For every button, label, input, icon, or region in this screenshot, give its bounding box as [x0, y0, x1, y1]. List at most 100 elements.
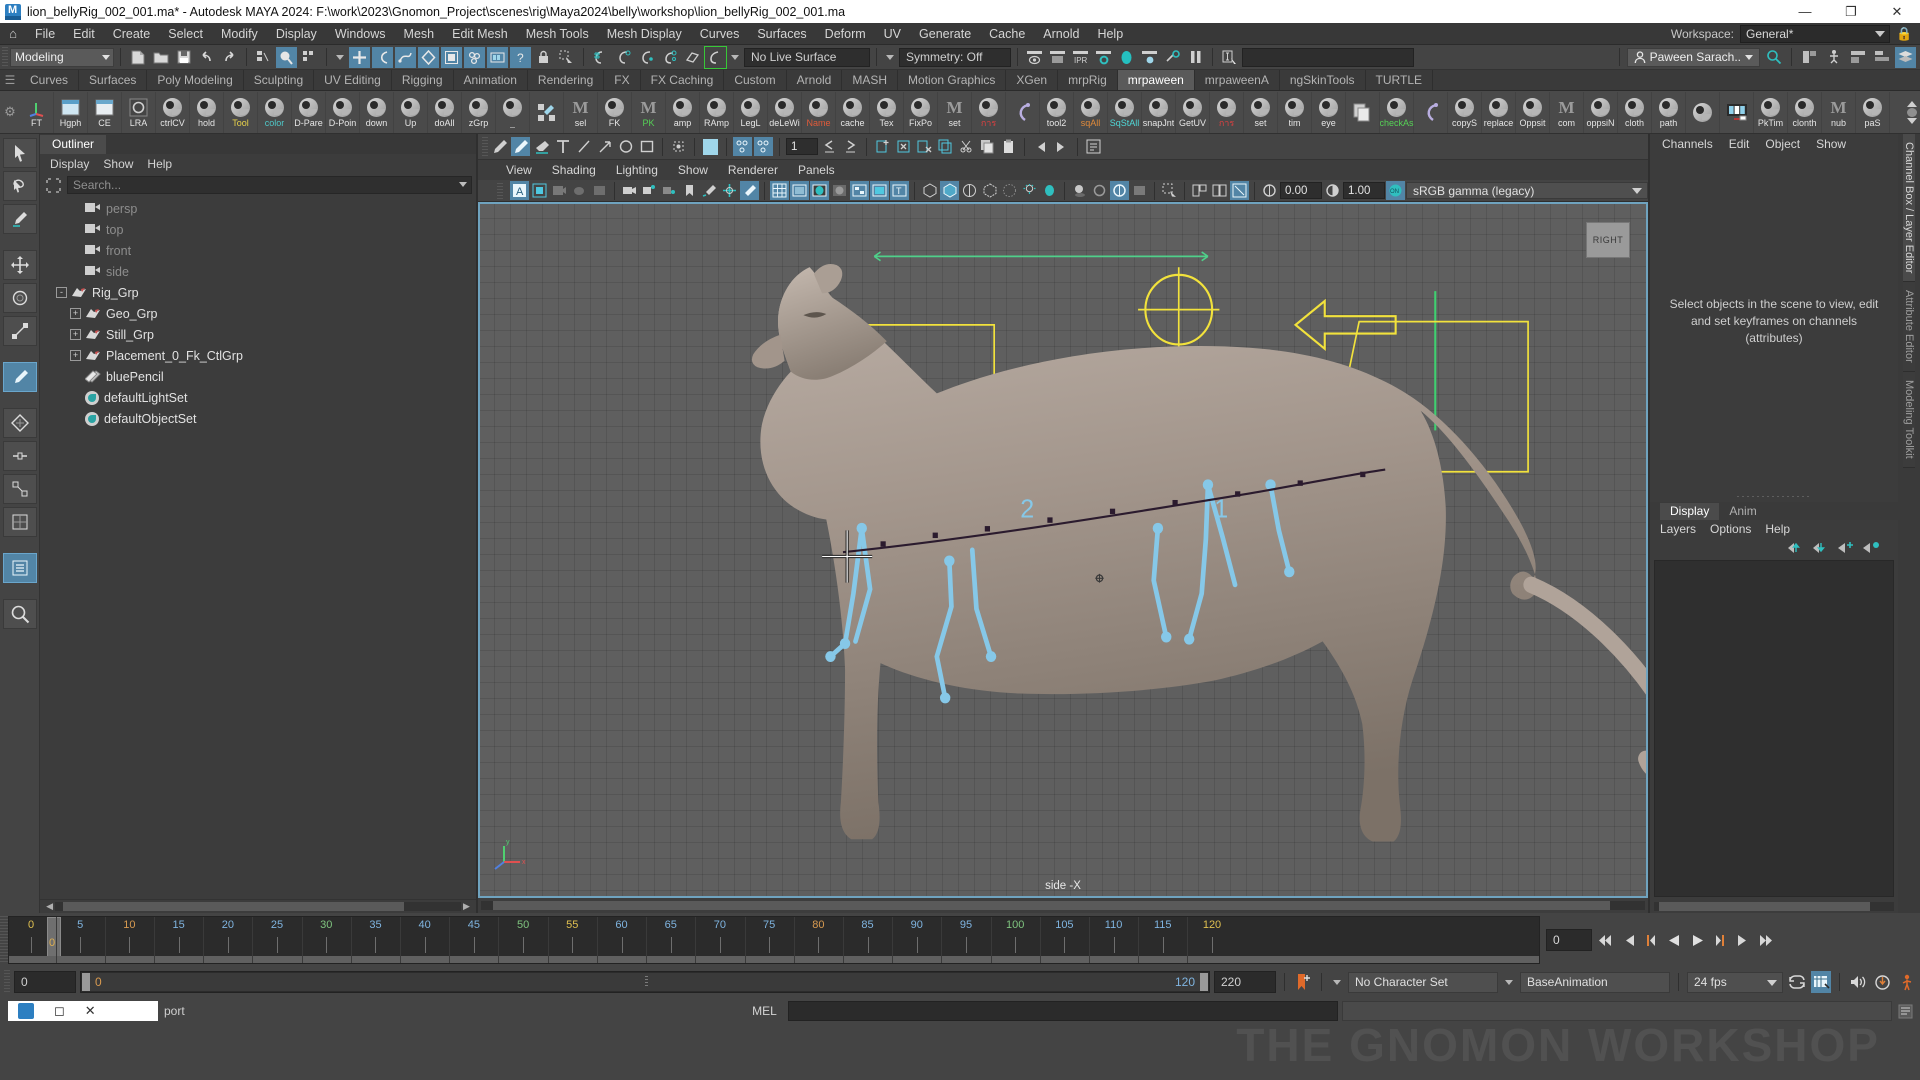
time-slider-track[interactable]: 0 0 5 10 15 20 25 30 35 40 45 50 55 60 65 70 75 80 85 90 95… — [8, 916, 1540, 964]
shelf-button-hold[interactable]: hold — [190, 91, 224, 133]
close-icon[interactable]: ✕ — [85, 1003, 96, 1019]
shelf-tab-animation[interactable]: Animation — [454, 70, 528, 90]
next-drawing-icon[interactable] — [841, 137, 860, 156]
shelf-tab-rendering[interactable]: Rendering — [528, 70, 605, 90]
menu-item-create[interactable]: Create — [104, 23, 160, 45]
pause-render-icon[interactable] — [1185, 47, 1206, 68]
textured-icon[interactable] — [850, 181, 869, 200]
shelf-button-cache[interactable]: cache — [836, 91, 870, 133]
make-live-icon[interactable] — [704, 45, 727, 69]
outliner-menu-help[interactable]: Help — [147, 157, 172, 171]
shelf-button-sqstall[interactable]: SqStAll — [1108, 91, 1142, 133]
mask-expand-icon[interactable] — [336, 54, 344, 60]
brush-icon[interactable] — [511, 137, 530, 156]
scroll-right-icon[interactable]: ▶ — [461, 901, 472, 912]
mask-dynamics-icon[interactable] — [441, 46, 462, 68]
anim-layer-dropdown-arrow[interactable] — [1505, 979, 1513, 985]
shelf-button-set[interactable]: set — [1244, 91, 1278, 133]
maximize-button[interactable]: ❐ — [1828, 0, 1874, 23]
step-forward-frame-icon[interactable] — [1710, 929, 1730, 951]
shelf-tab-custom[interactable]: Custom — [724, 70, 787, 90]
text-cursor-icon[interactable] — [1219, 47, 1240, 68]
outliner-item-top[interactable]: top — [40, 219, 476, 240]
lighting-all-icon[interactable] — [1040, 181, 1059, 200]
viewport-menu-renderer[interactable]: Renderer — [718, 160, 788, 180]
isolate-select-icon[interactable] — [1160, 181, 1179, 200]
sound-icon[interactable] — [1848, 971, 1868, 993]
shelf-tab-xgen[interactable]: XGen — [1006, 70, 1059, 90]
shelf-button-copys[interactable]: copyS — [1448, 91, 1482, 133]
wireframe-icon[interactable] — [770, 181, 789, 200]
scroll-track[interactable] — [55, 902, 461, 911]
scroll-track[interactable] — [1654, 901, 1894, 911]
shelf-button-d-poin[interactable]: D-Poin — [326, 91, 360, 133]
transform-drawing-icon[interactable] — [669, 137, 688, 156]
shelf-menu-icon[interactable]: ☰ — [0, 69, 20, 90]
anim-layer-field[interactable]: BaseAnimation — [1520, 971, 1670, 993]
wireframe-on-shaded-icon[interactable] — [920, 181, 939, 200]
xray-active-components-icon[interactable] — [1000, 181, 1019, 200]
outliner-item-geo_grp[interactable]: + Geo_Grp — [40, 303, 476, 324]
shelf-tab-arnold[interactable]: Arnold — [787, 70, 843, 90]
last-frame-icon[interactable] — [1052, 137, 1071, 156]
timeline-grip[interactable] — [0, 916, 8, 964]
shelf-tab-sculpting[interactable]: Sculpting — [244, 70, 315, 90]
paint-select-tool-icon[interactable] — [2, 204, 37, 234]
shelf-button-tim[interactable]: tim — [1278, 91, 1312, 133]
shelf-button-snapjnt[interactable]: snapJnt — [1142, 91, 1176, 133]
shelf-tab-mrpaweena[interactable]: mrpaweenA — [1195, 70, 1280, 90]
lighting-default-icon[interactable] — [1020, 181, 1039, 200]
grid-toggle-icon[interactable] — [740, 181, 759, 200]
scroll-thumb[interactable] — [1658, 901, 1870, 911]
frame-count-field[interactable]: 1 — [786, 138, 818, 155]
snap-to-point-icon[interactable] — [636, 47, 657, 68]
render-current-frame-icon[interactable] — [1024, 47, 1045, 68]
color-management-toggle-icon[interactable]: ON — [1386, 181, 1405, 200]
exposure-field[interactable]: 0.00 — [1280, 182, 1322, 199]
shelf-button-ce[interactable]: CE — [88, 91, 122, 133]
shelf-button-name[interactable]: Name — [802, 91, 836, 133]
undo-icon[interactable] — [196, 47, 217, 68]
menu-item-deform[interactable]: Deform — [816, 23, 875, 45]
outliner-item-bluepencil[interactable]: bluePencil — [40, 366, 476, 387]
pencil-icon[interactable] — [490, 137, 509, 156]
layer-list[interactable] — [1654, 559, 1894, 897]
shelf-button-tool2[interactable]: tool2 — [1040, 91, 1074, 133]
viewport-menu-panels[interactable]: Panels — [788, 160, 845, 180]
xray-shaded-icon[interactable] — [960, 181, 979, 200]
maya-taskbar-icon[interactable] — [18, 1003, 34, 1019]
restore-icon[interactable]: ◻ — [54, 1003, 65, 1019]
duplicate-frame-icon[interactable] — [936, 137, 955, 156]
channelbox-menu-show[interactable]: Show — [1816, 137, 1846, 151]
chevron-up-icon[interactable] — [1907, 100, 1917, 107]
shelf-button-fixpo[interactable]: FixPo — [904, 91, 938, 133]
rangebar-grip[interactable] — [4, 970, 10, 994]
minimize-button[interactable]: — — [1782, 0, 1828, 23]
flat-shade-icon[interactable] — [830, 181, 849, 200]
shelf-button-path[interactable]: path — [1652, 91, 1686, 133]
bookmark-icon[interactable] — [570, 181, 589, 200]
outliner-tab[interactable]: Outliner — [40, 135, 107, 154]
two-sided-lighting-icon[interactable] — [620, 181, 639, 200]
workspace-stack-icon[interactable] — [1895, 46, 1916, 68]
viewport-menu-shading[interactable]: Shading — [542, 160, 606, 180]
viewport-menu-show[interactable]: Show — [668, 160, 718, 180]
blue-pencil-settings-icon[interactable] — [1084, 137, 1103, 156]
onion-skin-next-icon[interactable] — [754, 137, 773, 156]
menu-item-display[interactable]: Display — [267, 23, 326, 45]
character-set-field[interactable]: No Character Set — [1348, 971, 1498, 993]
layer-tab-anim[interactable]: Anim — [1719, 503, 1766, 520]
command-output[interactable] — [1342, 1001, 1892, 1021]
shelf-button-checkas[interactable]: checkAs — [1380, 91, 1414, 133]
mask-handles-icon[interactable] — [349, 46, 370, 68]
symmetry-field[interactable]: Symmetry: Off — [899, 47, 1011, 67]
viewport-menu-lighting[interactable]: Lighting — [606, 160, 668, 180]
open-scene-icon[interactable] — [150, 47, 171, 68]
toggle-render-icon[interactable] — [1162, 47, 1183, 68]
menu-item-windows[interactable]: Windows — [326, 23, 395, 45]
gate-mask-icon[interactable] — [660, 181, 679, 200]
layer-menu-help[interactable]: Help — [1765, 522, 1790, 536]
shelf-button-sel[interactable]: Msel — [564, 91, 598, 133]
shadows-icon[interactable] — [1070, 181, 1089, 200]
outliner-item-rig_grp[interactable]: - Rig_Grp — [40, 282, 476, 303]
